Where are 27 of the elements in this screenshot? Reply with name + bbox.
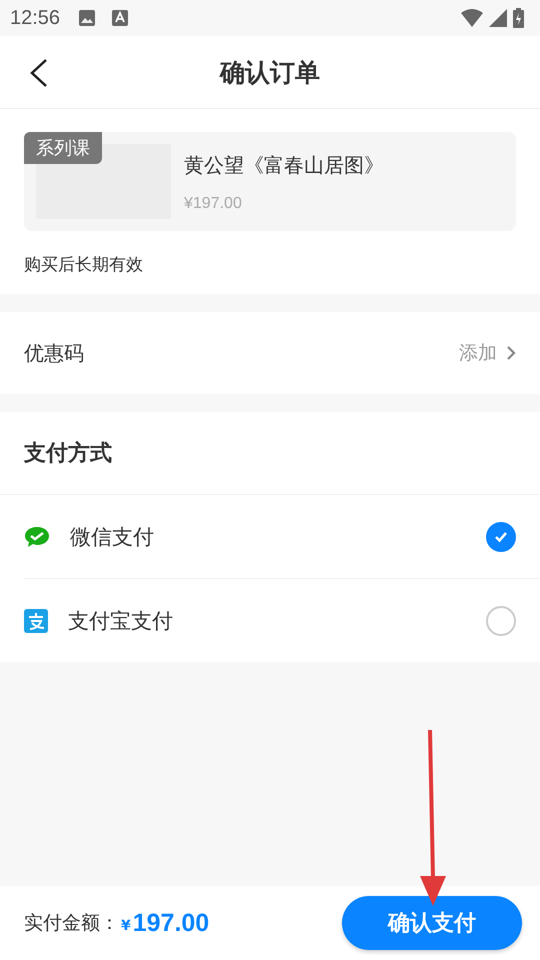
radio-button[interactable] xyxy=(486,606,516,636)
currency-symbol: ¥ xyxy=(121,918,131,934)
page-title: 确认订单 xyxy=(220,56,320,88)
chat-bubble-icon xyxy=(24,526,50,548)
confirm-pay-button[interactable]: 确认支付 xyxy=(342,896,522,950)
course-title: 黄公望《富春山居图》 xyxy=(184,152,384,179)
signal-icon xyxy=(489,9,507,27)
pay-app-icon xyxy=(24,608,48,632)
total-amount: 197.00 xyxy=(132,908,210,938)
text-notification-icon xyxy=(112,10,128,26)
checkmark-icon xyxy=(494,530,508,542)
status-time: 12:56 xyxy=(10,6,60,30)
coupon-row[interactable]: 优惠码 添加 xyxy=(0,312,540,394)
battery-icon xyxy=(513,8,524,28)
section-title: 支付方式 xyxy=(0,412,540,495)
wifi-icon xyxy=(461,9,483,27)
checked-radio[interactable] xyxy=(486,522,516,552)
course-price: ¥197.00 xyxy=(184,195,243,213)
course-card[interactable]: 系列课 黄公望《富春山居图》 ¥197.00 xyxy=(24,132,516,231)
course-tag: 系列课 xyxy=(24,132,102,164)
payment-method-label[interactable]: 支付宝支付 xyxy=(68,606,173,634)
validity-note: 购买后长期有效 xyxy=(24,254,144,276)
chevron-right-icon xyxy=(507,346,516,360)
image-notification-icon xyxy=(78,9,96,27)
payment-method-label[interactable]: 微信支付 xyxy=(70,522,154,550)
coupon-label: 优惠码 xyxy=(24,340,84,366)
total-label: 实付金额： xyxy=(24,911,119,936)
